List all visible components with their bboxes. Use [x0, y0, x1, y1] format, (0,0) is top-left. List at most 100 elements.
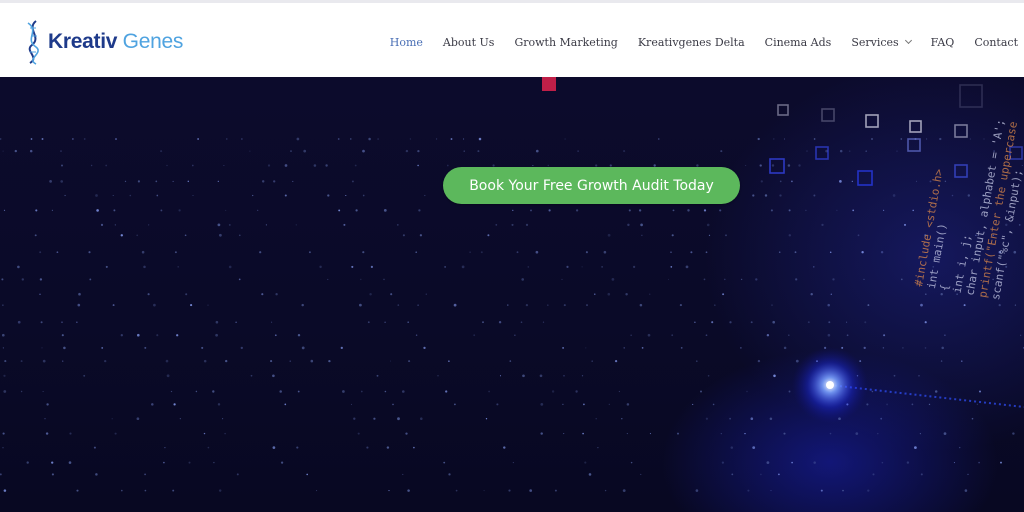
background-dot [425, 293, 427, 295]
background-dot [445, 390, 448, 393]
background-dot [563, 433, 565, 435]
background-dot [327, 278, 329, 280]
background-dot [56, 251, 59, 254]
background-dot [257, 209, 259, 211]
background-dot [750, 321, 753, 324]
background-dot [867, 304, 870, 307]
background-dot [350, 403, 353, 405]
background-dot [773, 374, 776, 378]
background-dot [408, 360, 411, 363]
background-dot [83, 374, 86, 377]
nav-item-contact[interactable]: Contact [974, 36, 1018, 49]
background-dot [222, 418, 224, 420]
background-dot [343, 223, 346, 226]
background-dot [746, 390, 748, 393]
background-dot [867, 489, 870, 492]
background-dot [64, 194, 66, 197]
background-dot [69, 432, 72, 435]
background-dot [129, 194, 132, 197]
background-dot [769, 417, 773, 420]
background-dot [405, 432, 408, 435]
background-dot [477, 150, 480, 153]
background-dot [828, 321, 831, 324]
background-dot [369, 292, 372, 296]
background-dot [581, 266, 583, 268]
background-dot [176, 334, 179, 337]
background-dot [360, 278, 362, 281]
background-dot [2, 304, 4, 306]
background-dot [951, 194, 954, 197]
background-dot [585, 251, 588, 254]
background-dot [297, 333, 301, 337]
background-dot [155, 180, 158, 183]
background-dot [487, 234, 490, 237]
nav-item-kreativgenes-delta[interactable]: Kreativgenes Delta [638, 36, 745, 49]
background-dot [290, 150, 292, 152]
background-dot [252, 194, 254, 197]
background-dot [3, 489, 7, 492]
background-dot [594, 293, 596, 295]
background-dot [354, 164, 357, 167]
background-square [954, 164, 968, 178]
background-dot [766, 461, 770, 464]
background-dot [316, 490, 318, 492]
background-dot [478, 137, 482, 141]
background-dot [638, 209, 642, 212]
background-dot [512, 209, 514, 211]
nav-item-cinema-ads[interactable]: Cinema Ads [765, 36, 832, 49]
background-dot [295, 224, 297, 226]
background-dot [940, 360, 943, 362]
background-dot [284, 194, 287, 197]
background-dot [105, 265, 108, 268]
background-dot [164, 446, 166, 449]
background-dot [532, 164, 534, 167]
background-dot [61, 321, 63, 323]
background-dot [44, 418, 46, 420]
background-dot [495, 224, 498, 226]
background-dot [51, 461, 54, 464]
background-dot [113, 209, 116, 212]
background-dot [3, 209, 6, 212]
background-dot [454, 403, 456, 406]
background-dot [857, 234, 860, 237]
background-dot [806, 150, 808, 152]
background-dot [584, 461, 587, 464]
background-dot [788, 390, 791, 393]
nav-item-services[interactable]: Services [851, 36, 912, 49]
background-dot [699, 390, 703, 393]
background-dot [42, 359, 46, 363]
background-dot [852, 209, 855, 212]
background-dot [386, 446, 390, 449]
background-dot [967, 473, 969, 476]
background-dot [402, 234, 405, 237]
background-dot [829, 251, 832, 253]
background-dot [42, 390, 44, 393]
background-dot [886, 403, 889, 406]
background-dot [39, 293, 41, 295]
background-dot [388, 490, 390, 492]
background-dot [217, 223, 221, 227]
background-dot [779, 194, 782, 197]
background-dot [791, 461, 793, 464]
background-dot [39, 251, 42, 254]
background-dot [14, 149, 17, 153]
logo[interactable]: Kreativ Genes [22, 19, 192, 65]
background-dot [455, 489, 458, 492]
background-dot [241, 138, 243, 140]
background-dot [511, 223, 514, 226]
nav-item-faq[interactable]: FAQ [931, 36, 955, 49]
background-dot [542, 321, 545, 323]
background-dot [830, 293, 832, 295]
background-dot [1012, 432, 1015, 435]
nav-item-growth-marketing[interactable]: Growth Marketing [514, 36, 617, 49]
background-dot [448, 360, 450, 362]
logo-word-kreativ: Kreativ [48, 30, 118, 53]
background-dot [177, 266, 179, 268]
nav-item-home[interactable]: Home [390, 36, 423, 49]
background-dot [483, 490, 485, 492]
background-dot [219, 233, 222, 237]
nav-item-about-us[interactable]: About Us [443, 36, 495, 49]
background-dot [647, 333, 651, 337]
book-growth-audit-button[interactable]: Book Your Free Growth Audit Today [443, 167, 740, 204]
background-dot [871, 390, 874, 393]
